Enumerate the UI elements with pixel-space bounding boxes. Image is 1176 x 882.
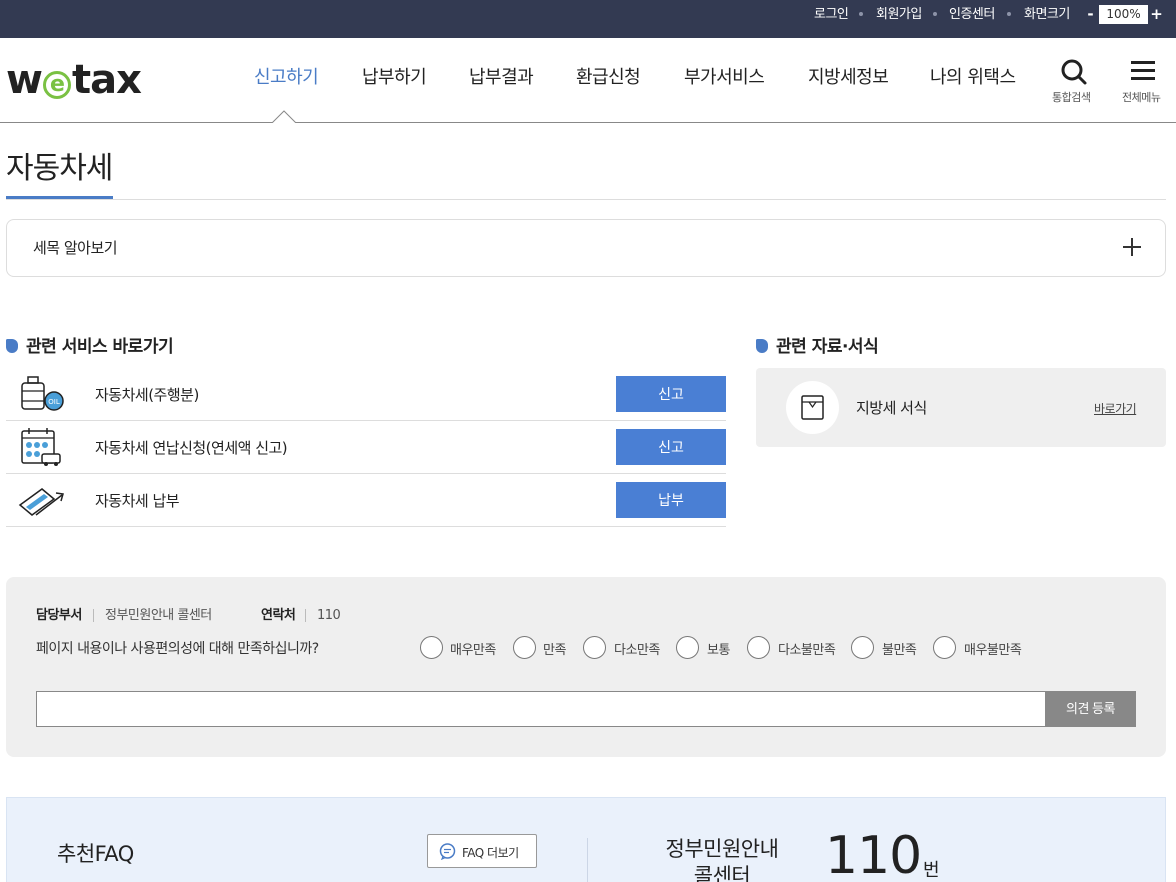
separator-dot [933, 12, 937, 16]
submit-opinion-button[interactable]: 의견 등록 [1045, 691, 1136, 727]
zoom-in-button[interactable]: + [1148, 5, 1165, 24]
document-form-icon [801, 395, 824, 420]
nav-my-wetax[interactable]: 나의 위택스 [930, 66, 1016, 90]
radio-neutral[interactable] [676, 636, 699, 659]
faq-more-label: FAQ 더보기 [462, 846, 519, 860]
logo-e: e [42, 71, 71, 99]
radio-label: 보통 [707, 643, 730, 658]
forms-go-link[interactable]: 바로가기 [1094, 400, 1137, 417]
utility-bar: 로그인 회원가입 인증센터 화면크기 - 100% + [0, 0, 1176, 38]
radio-label: 다소불만족 [778, 643, 836, 658]
logo-letter: w [6, 57, 43, 103]
search-icon [1061, 59, 1087, 85]
call-center-name: 정부민원안내 콜센터 [665, 837, 779, 882]
pay-button[interactable]: 납부 [616, 482, 726, 518]
radio-label: 불만족 [882, 643, 917, 658]
all-menu-label: 전체메뉴 [1122, 91, 1161, 104]
nav-refund[interactable]: 환급신청 [576, 66, 641, 90]
related-services-heading: 관련 서비스 바로가기 [26, 337, 174, 357]
forms-label: 지방세 서식 [856, 399, 927, 417]
local-tax-forms-card: 지방세 서식 바로가기 [756, 368, 1166, 447]
plus-icon [1123, 238, 1141, 256]
zoom-out-button[interactable]: - [1082, 5, 1099, 24]
panel-divider [587, 838, 588, 882]
hamburger-menu-icon [1131, 61, 1155, 80]
section-bullet-icon [756, 339, 768, 353]
cert-center-link[interactable]: 인증센터 [949, 0, 995, 30]
wetax-logo[interactable]: w e tax [6, 57, 142, 103]
service-label: 자동차세 납부 [95, 492, 180, 510]
separator-dot [1007, 12, 1011, 16]
report-button[interactable]: 신고 [616, 376, 726, 412]
accordion-label: 세목 알아보기 [33, 239, 118, 257]
fuel-oil-icon: OIL [21, 376, 64, 411]
radio-label: 다소만족 [614, 643, 660, 658]
zoom-control: - 100% + [1082, 5, 1165, 24]
card-payment-icon [18, 488, 64, 516]
service-row: OIL 자동차세(주행분) 신고 [6, 368, 726, 421]
radio-label: 매우불만족 [964, 643, 1022, 658]
nav-extra-services[interactable]: 부가서비스 [684, 66, 765, 90]
service-row: 자동차세 연납신청(연세액 신고) 신고 [6, 421, 726, 474]
contact-value: 110 [317, 608, 341, 623]
title-divider [6, 199, 1166, 200]
logo-tax: tax [71, 57, 142, 103]
nav-pay[interactable]: 납부하기 [362, 66, 427, 90]
radio-label: 매우만족 [450, 643, 496, 658]
related-forms-heading: 관련 자료·서식 [776, 337, 879, 357]
report-button[interactable]: 신고 [616, 429, 726, 465]
login-link[interactable]: 로그인 [814, 0, 849, 30]
survey-question: 페이지 내용이나 사용편의성에 대해 만족하십니까? [36, 641, 319, 657]
nav-pay-result[interactable]: 납부결과 [469, 66, 534, 90]
radio-very-dissatisfied[interactable] [933, 636, 956, 659]
nav-report[interactable]: 신고하기 [254, 66, 319, 90]
all-menu-button[interactable] [1118, 58, 1168, 88]
signup-link[interactable]: 회원가입 [876, 0, 922, 30]
search-button[interactable] [1049, 58, 1099, 90]
zoom-level: 100% [1106, 7, 1141, 21]
opinion-input[interactable] [36, 691, 1046, 727]
radio-satisfied[interactable] [513, 636, 536, 659]
radio-somewhat-dissatisfied[interactable] [747, 636, 770, 659]
page-title: 자동차세 [6, 151, 113, 186]
screen-size-label: 화면크기 [1024, 7, 1070, 22]
chat-bubble-icon [439, 843, 456, 860]
dept-value: 정부민원안내 콜센터 [105, 608, 212, 623]
divider [93, 609, 94, 622]
contact-label: 연락처 [261, 608, 296, 623]
radio-dissatisfied[interactable] [851, 636, 874, 659]
dept-label: 담당부서 [36, 608, 82, 623]
nav-local-tax-info[interactable]: 지방세정보 [808, 66, 889, 90]
active-nav-indicator-icon [272, 110, 296, 123]
service-label: 자동차세 연납신청(연세액 신고) [95, 439, 288, 457]
title-underline [6, 196, 113, 199]
main-header: w e tax 신고하기 납부하기 납부결과 환급신청 부가서비스 지방세정보 나의… [0, 38, 1176, 123]
tax-info-accordion[interactable]: 세목 알아보기 [6, 219, 1166, 277]
divider [305, 609, 306, 622]
section-bullet-icon [6, 339, 18, 353]
search-label: 통합검색 [1052, 91, 1091, 104]
forms-icon-circle [786, 381, 839, 434]
service-row: 자동차세 납부 납부 [6, 474, 726, 527]
faq-more-button[interactable]: FAQ 더보기 [427, 834, 537, 868]
faq-title: 추천FAQ [57, 842, 134, 866]
radio-label: 만족 [543, 643, 566, 658]
service-label: 자동차세(주행분) [95, 386, 199, 404]
radio-somewhat-satisfied[interactable] [583, 636, 606, 659]
radio-very-satisfied[interactable] [420, 636, 443, 659]
separator-dot [859, 12, 863, 16]
calendar-car-icon [21, 428, 61, 466]
svg-text:OIL: OIL [48, 398, 60, 406]
call-center-unit: 번 [923, 860, 940, 881]
satisfaction-survey: 담당부서 정부민원안내 콜센터 연락처 110 페이지 내용이나 사용편의성에 … [6, 577, 1166, 757]
faq-callcenter-panel: 추천FAQ FAQ 더보기 정부민원안내 콜센터 110 번 [6, 797, 1166, 882]
call-center-number: 110 [825, 826, 922, 882]
